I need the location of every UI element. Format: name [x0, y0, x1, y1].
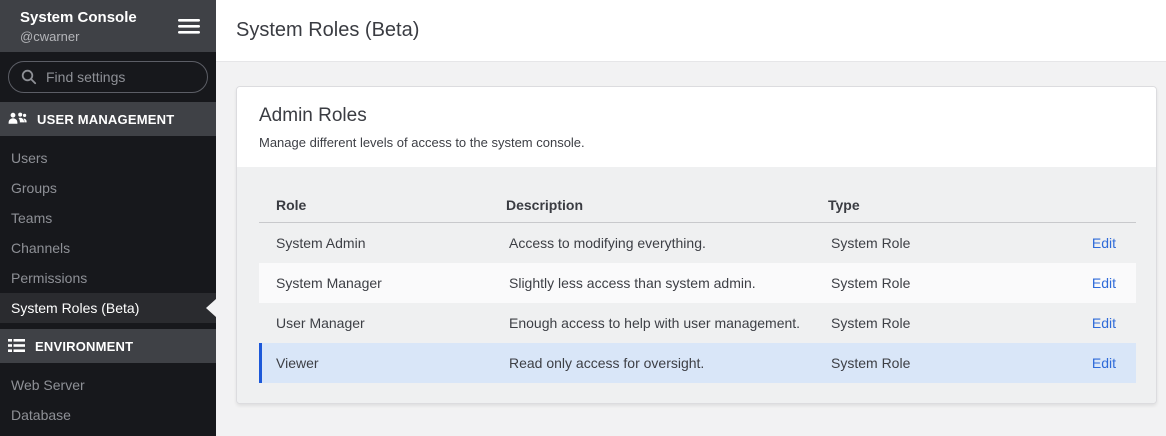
section-label: ENVIRONMENT — [35, 339, 133, 354]
active-item-arrow — [206, 299, 216, 317]
description-cell: Enough access to help with user manageme… — [495, 315, 817, 331]
sidebar-item-label: System Roles (Beta) — [11, 300, 139, 316]
table-row-user-manager: User Manager Enough access to help with … — [259, 303, 1136, 343]
column-header-description: Description — [492, 197, 814, 213]
table-header-row: Role Description Type — [259, 187, 1136, 223]
page-content: Admin Roles Manage different levels of a… — [216, 62, 1166, 404]
environment-list: Web Server Database — [0, 363, 216, 436]
page-header: System Roles (Beta) — [216, 0, 1166, 62]
sidebar-header: System Console @cwarner — [0, 0, 216, 52]
main-panel: System Roles (Beta) Admin Roles Manage d… — [216, 0, 1166, 436]
sidebar-item-teams[interactable]: Teams — [0, 203, 216, 233]
type-cell: System Role — [817, 315, 1007, 331]
sidebar-item-channels[interactable]: Channels — [0, 233, 216, 263]
current-user: @cwarner — [20, 29, 137, 44]
edit-link-system-admin[interactable]: Edit — [1092, 235, 1116, 251]
hamburger-menu-icon[interactable] — [178, 19, 200, 34]
role-cell: Viewer — [262, 355, 495, 371]
console-title: System Console — [20, 8, 137, 28]
sidebar-item-groups[interactable]: Groups — [0, 173, 216, 203]
description-cell: Slightly less access than system admin. — [495, 275, 817, 291]
sidebar-search — [0, 52, 216, 102]
sidebar-item-database[interactable]: Database — [0, 400, 216, 430]
sidebar-item-users[interactable]: Users — [0, 143, 216, 173]
sidebar-item-system-roles[interactable]: System Roles (Beta) — [0, 293, 216, 323]
table-row-system-manager: System Manager Slightly less access than… — [259, 263, 1136, 303]
search-input[interactable] — [8, 61, 208, 93]
type-cell: System Role — [817, 275, 1007, 291]
role-cell: System Manager — [262, 275, 495, 291]
edit-link-viewer[interactable]: Edit — [1092, 355, 1116, 371]
users-icon — [8, 112, 27, 126]
sidebar-header-text: System Console @cwarner — [20, 8, 137, 43]
type-cell: System Role — [817, 355, 1007, 371]
search-icon — [21, 69, 37, 85]
sidebar-item-permissions[interactable]: Permissions — [0, 263, 216, 293]
column-header-type: Type — [814, 197, 1004, 213]
card-title: Admin Roles — [259, 105, 1134, 127]
table-row-viewer: Viewer Read only access for oversight. S… — [259, 343, 1136, 383]
system-console-app: System Console @cwarner — [0, 0, 1166, 436]
admin-roles-card: Admin Roles Manage different levels of a… — [236, 86, 1157, 404]
card-subtitle: Manage different levels of access to the… — [259, 135, 1134, 150]
description-cell: Access to modifying everything. — [495, 235, 817, 251]
server-icon — [8, 339, 25, 353]
sidebar-nav: USER MANAGEMENT Users Groups Teams Chann… — [0, 102, 216, 436]
column-header-role: Role — [259, 197, 492, 213]
section-user-management[interactable]: USER MANAGEMENT — [0, 102, 216, 136]
roles-table-container: Role Description Type System Admin Acces… — [237, 167, 1156, 403]
description-cell: Read only access for oversight. — [495, 355, 817, 371]
card-header: Admin Roles Manage different levels of a… — [237, 87, 1156, 167]
page-title: System Roles (Beta) — [236, 19, 419, 42]
roles-table: Role Description Type System Admin Acces… — [259, 187, 1136, 383]
user-management-list: Users Groups Teams Channels Permissions … — [0, 136, 216, 329]
role-cell: System Admin — [262, 235, 495, 251]
edit-link-system-manager[interactable]: Edit — [1092, 275, 1116, 291]
section-label: USER MANAGEMENT — [37, 112, 174, 127]
admin-sidebar: System Console @cwarner — [0, 0, 216, 436]
type-cell: System Role — [817, 235, 1007, 251]
section-environment[interactable]: ENVIRONMENT — [0, 329, 216, 363]
role-cell: User Manager — [262, 315, 495, 331]
sidebar-item-web-server[interactable]: Web Server — [0, 370, 216, 400]
edit-link-user-manager[interactable]: Edit — [1092, 315, 1116, 331]
table-row-system-admin: System Admin Access to modifying everyth… — [259, 223, 1136, 263]
